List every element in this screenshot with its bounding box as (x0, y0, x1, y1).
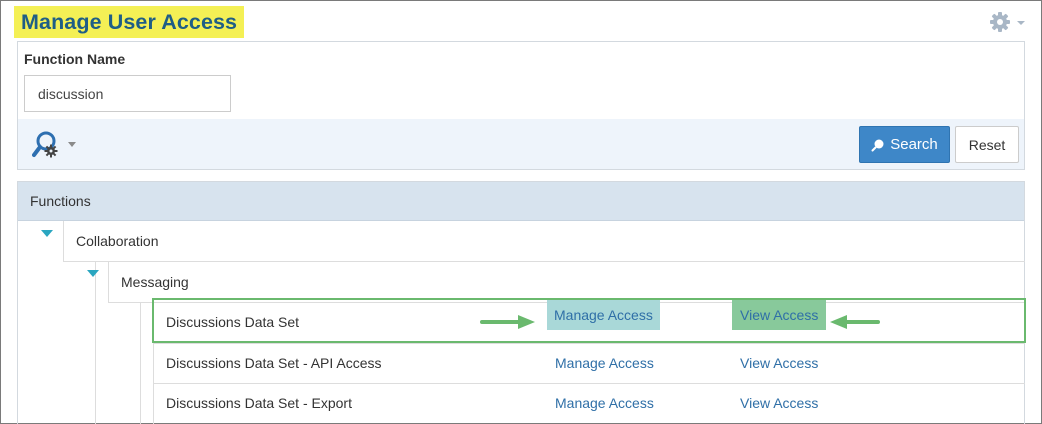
tree-node-collaboration[interactable]: Collaboration (76, 233, 159, 249)
magnifier-icon (871, 139, 884, 151)
gear-icon (990, 12, 1025, 32)
search-settings-icon (32, 131, 76, 158)
view-access-row-1[interactable]: View Access (732, 300, 827, 330)
search-settings-button[interactable] (32, 130, 82, 162)
function-name: Discussions Data Set - Export (166, 395, 352, 411)
search-panel: Function Name Sear (17, 41, 1025, 170)
tree-connector (108, 261, 109, 302)
search-toolbar: Search Reset (18, 119, 1024, 169)
gear-menu-button[interactable] (988, 11, 1028, 33)
search-button[interactable]: Search (859, 126, 950, 163)
manage-access-link[interactable]: Manage Access (555, 355, 654, 371)
chevron-down-icon (68, 142, 76, 147)
caret-down-icon[interactable] (87, 270, 99, 277)
view-access-link[interactable]: View Access (740, 355, 818, 371)
manage-access-link[interactable]: Manage Access (547, 300, 660, 330)
manage-access-row-1[interactable]: Manage Access (547, 300, 660, 330)
function-name-input[interactable] (24, 75, 231, 112)
function-name: Discussions Data Set (166, 314, 300, 330)
tree-connector (63, 261, 1025, 262)
tree-connector (95, 261, 96, 424)
manage-access-link[interactable]: Manage Access (555, 395, 654, 411)
caret-down-icon[interactable] (41, 230, 53, 237)
view-access-link[interactable]: View Access (740, 395, 818, 411)
function-name-label: Function Name (24, 51, 126, 67)
chevron-down-icon (1017, 21, 1025, 25)
tree-connector (153, 343, 1025, 344)
page-title: Manage User Access (14, 6, 245, 38)
search-button-label: Search (890, 136, 938, 153)
arrow-right-icon (480, 315, 535, 329)
reset-button[interactable]: Reset (955, 126, 1019, 163)
view-access-link[interactable]: View Access (732, 300, 827, 330)
tree-connector (63, 221, 64, 261)
function-name: Discussions Data Set - API Access (166, 355, 382, 371)
arrow-left-icon (830, 315, 880, 329)
tree-node-messaging[interactable]: Messaging (121, 274, 189, 290)
tree-connector (140, 302, 141, 424)
tree-header: Functions (18, 182, 1024, 221)
tree-connector (153, 383, 1025, 384)
